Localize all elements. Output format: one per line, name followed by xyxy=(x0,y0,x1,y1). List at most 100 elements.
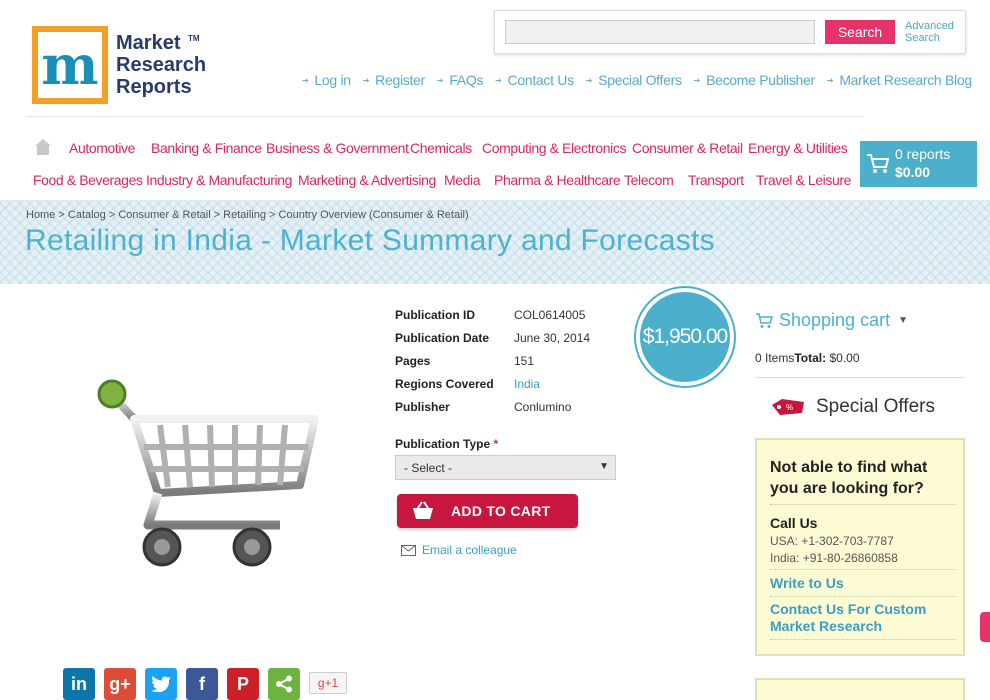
trademark: TM xyxy=(188,34,200,43)
add-to-cart-button[interactable]: ADD TO CART xyxy=(397,494,578,528)
arrow-icon: ➔ xyxy=(585,75,593,85)
category-industry-manufacturing[interactable]: Industry & Manufacturing xyxy=(146,172,292,188)
price-badge: $1,950.00 xyxy=(636,288,734,386)
cart-items-count: 0 Items xyxy=(755,351,795,365)
email-colleague-link[interactable]: Email a colleague xyxy=(401,543,517,557)
facebook-icon[interactable]: f xyxy=(186,668,218,700)
detail-value: Conlumino xyxy=(514,400,572,414)
linkedin-icon[interactable]: in xyxy=(63,668,95,700)
category-computing-electronics[interactable]: Computing & Electronics xyxy=(482,140,626,156)
site-logo[interactable]: m Market Research Reports TM xyxy=(32,26,206,104)
sidebar-cart-summary: 0 ItemsTotal: $0.00 xyxy=(755,351,860,365)
sidebar-divider xyxy=(755,377,965,378)
write-to-us-link[interactable]: Write to Us xyxy=(770,575,844,592)
faqs-link[interactable]: ➔ FAQs xyxy=(436,72,484,88)
advanced-search-line-2: Search xyxy=(905,32,940,44)
cart-report-count: 0 reports xyxy=(895,146,951,162)
help-divider xyxy=(770,639,956,640)
register-link[interactable]: ➔ Register xyxy=(363,72,425,88)
become-publisher-link[interactable]: ➔ Become Publisher xyxy=(693,72,816,88)
feedback-tab[interactable] xyxy=(980,612,990,642)
arrow-icon: ➔ xyxy=(495,75,502,85)
chevron-down-icon: ▼ xyxy=(898,315,908,326)
help-box: Not able to find what you are looking fo… xyxy=(755,438,965,656)
arrow-icon: ➔ xyxy=(362,75,370,85)
search-input[interactable] xyxy=(505,20,815,44)
contact-custom-research-link[interactable]: Contact Us For Custom Market Research xyxy=(770,601,950,635)
login-label: Log in xyxy=(314,72,351,88)
page: m Market Research Reports TM Search Adva… xyxy=(0,0,990,700)
sidebar-cart-header[interactable]: Shopping cart ▼ xyxy=(755,310,908,331)
cart-total: $0.00 xyxy=(895,164,931,180)
search-panel: Search Advanced Search xyxy=(494,10,966,54)
category-chemicals[interactable]: Chemicals xyxy=(410,140,472,156)
pinterest-icon[interactable]: P xyxy=(227,668,259,700)
help-divider xyxy=(770,569,956,570)
search-button[interactable]: Search xyxy=(825,20,895,44)
special-offers-link[interactable]: ➔ Special Offers xyxy=(586,72,682,88)
help-divider xyxy=(770,504,956,505)
category-food-beverages[interactable]: Food & Beverages xyxy=(33,172,143,188)
phone-india: India: +91-80-26860858 xyxy=(770,551,898,565)
google-plus-one-button[interactable]: g+1 xyxy=(309,672,347,694)
detail-key: Regions Covered xyxy=(395,377,494,391)
logo-line-2: Research xyxy=(116,54,207,76)
category-marketing-advertising[interactable]: Marketing & Advertising xyxy=(298,172,436,188)
required-marker: * xyxy=(493,437,499,451)
publication-type-text: Publication Type xyxy=(395,437,491,451)
email-colleague-label: Email a colleague xyxy=(422,543,517,557)
cart-total-label: Total: xyxy=(794,351,827,365)
arrow-icon: ➔ xyxy=(436,75,444,85)
google-plus-icon[interactable]: g+ xyxy=(104,668,136,700)
envelope-icon xyxy=(401,544,416,556)
secondary-box xyxy=(755,678,965,700)
category-media[interactable]: Media xyxy=(444,172,481,188)
category-energy-utilities[interactable]: Energy & Utilities xyxy=(748,140,848,156)
twitter-icon[interactable] xyxy=(145,668,177,700)
category-nav-row-2: Food & Beverages Industry & Manufacturin… xyxy=(0,172,860,190)
category-transport[interactable]: Transport xyxy=(688,172,744,188)
breadcrumb[interactable]: Home > Catalog > Consumer & Retail > Ret… xyxy=(26,209,469,221)
price-tag-icon: % xyxy=(772,399,804,415)
login-link[interactable]: ➔ Log in xyxy=(302,72,351,88)
register-label: Register xyxy=(375,72,425,88)
sidebar-cart-title: Shopping cart xyxy=(779,310,891,330)
product-cart-image xyxy=(97,379,319,567)
blog-link[interactable]: ➔ Market Research Blog xyxy=(827,72,972,88)
page-title: Retailing in India - Market Summary and … xyxy=(25,224,715,257)
detail-key: Pages xyxy=(395,354,431,368)
special-offers-heading[interactable]: % Special Offers xyxy=(770,396,935,418)
phone-usa: USA: +1-302-703-7787 xyxy=(770,534,894,548)
special-offers-label: Special Offers xyxy=(598,72,682,88)
category-consumer-retail[interactable]: Consumer & Retail xyxy=(632,140,743,156)
help-divider xyxy=(770,596,956,597)
header-cart[interactable]: 0 reports $0.00 xyxy=(860,141,977,187)
publication-type-label: Publication Type * xyxy=(395,437,498,451)
category-travel-leisure[interactable]: Travel & Leisure xyxy=(756,172,851,188)
top-links: ➔ Log in ➔ Register ➔ FAQs ➔ Contact Us ➔ Spe… xyxy=(290,72,972,88)
category-banking-finance[interactable]: Banking & Finance xyxy=(151,140,262,156)
dropdown-arrow-icon: ▼ xyxy=(599,461,609,472)
detail-key: Publisher xyxy=(395,400,450,414)
call-us-heading: Call Us xyxy=(770,515,818,531)
category-telecom[interactable]: Telecom xyxy=(624,172,674,188)
add-to-cart-label: ADD TO CART xyxy=(451,503,551,519)
region-india-link[interactable]: India xyxy=(514,377,540,391)
detail-value: COL0614005 xyxy=(514,308,586,322)
special-offers-title: Special Offers xyxy=(816,396,935,417)
social-share-bar: in g+ f P g+1 xyxy=(63,668,347,700)
advanced-search-link[interactable]: Advanced Search xyxy=(905,20,954,44)
share-icon[interactable] xyxy=(268,668,300,700)
publication-type-select[interactable]: - Select - ▼ xyxy=(395,455,616,480)
cart-icon xyxy=(867,154,890,173)
category-pharma-healthcare[interactable]: Pharma & Healthcare xyxy=(494,172,621,188)
category-automotive[interactable]: Automotive xyxy=(69,140,135,156)
detail-value: 151 xyxy=(514,354,535,368)
category-business-government[interactable]: Business & Government xyxy=(266,140,409,156)
arrow-icon: ➔ xyxy=(826,75,834,85)
arrow-icon: ➔ xyxy=(693,75,701,85)
advanced-search-line-1: Advanced xyxy=(905,20,954,32)
logo-text: Market Research Reports TM xyxy=(116,32,206,98)
contact-us-link[interactable]: ➔ Contact Us xyxy=(495,72,574,88)
detail-value: June 30, 2014 xyxy=(514,331,591,345)
